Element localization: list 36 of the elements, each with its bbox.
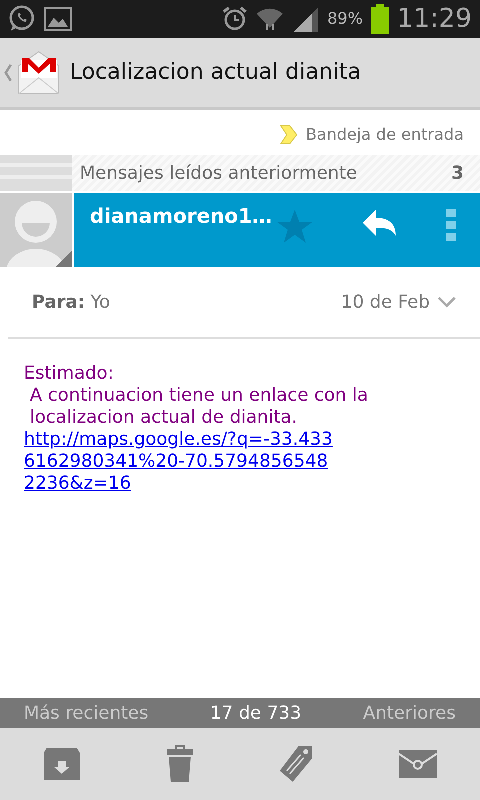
message-position: 17 de 733	[210, 702, 302, 726]
more-icon	[446, 209, 456, 241]
delete-button[interactable]	[167, 745, 193, 783]
clock: 11:29	[397, 2, 472, 36]
star-button[interactable]	[276, 209, 314, 245]
battery-percent: 89%	[328, 8, 364, 30]
archive-button[interactable]	[43, 747, 81, 781]
sender-name: dianamoreno1…	[90, 203, 272, 230]
body-text: A continuacion tiene un enlace con la localizacion actual de dianita.	[29, 385, 370, 429]
app-up-button[interactable]	[4, 50, 62, 96]
labels-button[interactable]	[279, 745, 313, 783]
image-icon	[44, 6, 72, 32]
signal-icon	[292, 6, 320, 32]
collapsed-messages-text: Mensajes leídos anteriormente	[80, 162, 358, 186]
expand-caret-icon[interactable]	[438, 296, 456, 308]
mark-unread-button[interactable]	[399, 750, 437, 778]
window-title: Localizacion actual dianita	[70, 59, 362, 87]
collapsed-messages-bar[interactable]: Mensajes leídos anteriormente 3	[0, 155, 480, 191]
newer-button[interactable]: Más recientes	[24, 700, 149, 726]
label-name: Bandeja de entrada	[306, 124, 464, 146]
wifi-icon	[256, 6, 284, 32]
sender-header[interactable]: dianamoreno1…	[74, 193, 480, 267]
stacked-messages-icon	[0, 155, 72, 191]
message-date: 10 de Feb	[341, 290, 430, 314]
label-tag-icon	[280, 124, 298, 144]
collapsed-messages-count: 3	[451, 162, 464, 186]
map-link[interactable]: http://maps.google.es/?q=-33.4336162980341%20-70.57948565482236&z=16	[24, 429, 334, 495]
mail-app-icon	[16, 50, 62, 96]
recipient-line: Para: Yo	[32, 290, 110, 314]
back-caret-icon	[4, 64, 12, 82]
overflow-menu-button[interactable]	[446, 209, 456, 241]
chat-icon	[8, 5, 36, 33]
greeting-text: Estimado:	[24, 363, 115, 385]
alarm-icon	[222, 6, 248, 32]
battery-icon	[371, 4, 390, 34]
older-button[interactable]: Anteriores	[363, 700, 456, 726]
